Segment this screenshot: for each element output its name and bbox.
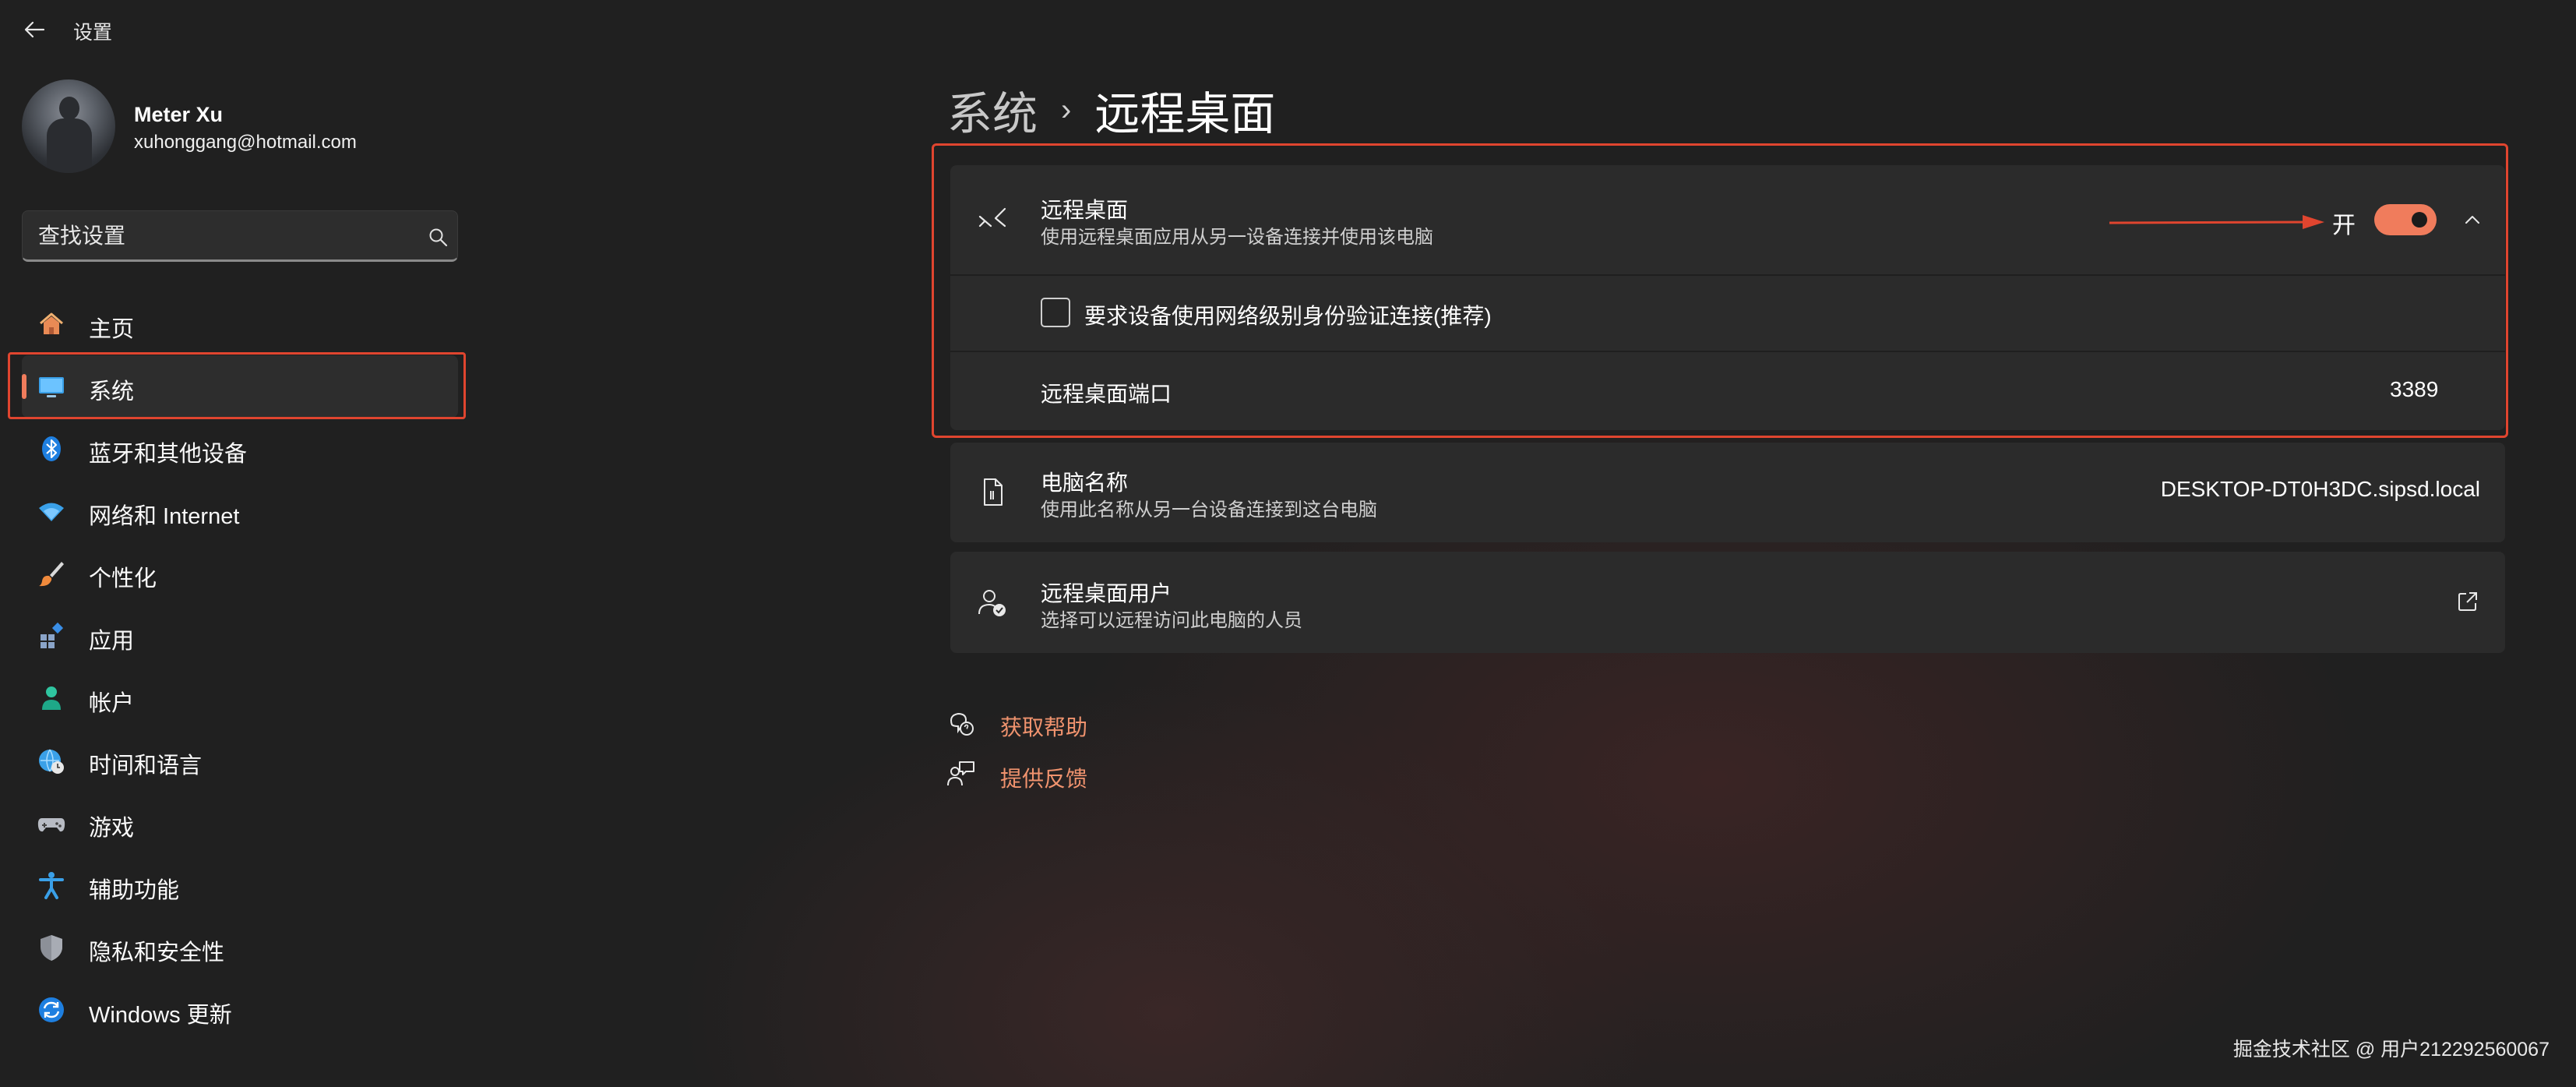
pc-name-card: 电脑名称 使用此名称从另一台设备连接到这台电脑 DESKTOP-DT0H3DC.… <box>950 443 2505 542</box>
port-label: 远程桌面端口 <box>1041 382 1172 406</box>
toggle-state-text: 开 <box>2332 213 2356 238</box>
sidebar-item-label: 辅助功能 <box>89 878 180 903</box>
nla-checkbox-label[interactable]: 要求设备使用网络级别身份验证连接(推荐) <box>1084 299 1492 330</box>
sidebar-item-label: 时间和语言 <box>89 753 203 778</box>
remote-users-card[interactable]: 远程桌面用户 选择可以远程访问此电脑的人员 <box>950 552 2505 653</box>
annotation-arrow <box>2109 215 2324 229</box>
document-icon <box>984 478 1003 506</box>
breadcrumb: 系统 › 远程桌面 <box>947 75 1275 145</box>
sidebar-item-gaming[interactable]: 游戏 <box>22 792 458 854</box>
pc-name-title: 电脑名称 <box>1041 471 1129 495</box>
sidebar-item-label: 主页 <box>89 317 135 342</box>
feedback-icon <box>947 761 974 786</box>
port-value: 3389 <box>2390 377 2439 401</box>
remote-desktop-toggle[interactable] <box>2374 204 2437 235</box>
apps-icon <box>41 622 64 648</box>
remote-desktop-row[interactable]: 远程桌面 使用远程桌面应用从另一设备连接并使用该电脑 开 <box>950 165 2505 274</box>
sidebar-item-label: 游戏 <box>89 816 135 841</box>
update-icon <box>39 997 64 1022</box>
user-check-icon <box>978 590 1006 616</box>
user-email: xuhonggang@hotmail.com <box>134 132 357 153</box>
external-link-icon[interactable] <box>2455 589 2480 614</box>
sidebar-item-windows-update[interactable]: Windows 更新 <box>22 979 458 1041</box>
row-divider <box>950 351 2505 352</box>
sidebar-item-label: 隐私和安全性 <box>89 941 225 965</box>
sidebar-item-label: Windows 更新 <box>89 1003 232 1028</box>
breadcrumb-separator: › <box>1061 92 1072 127</box>
sidebar-item-network[interactable]: 网络和 Internet <box>22 480 458 542</box>
sidebar-item-label: 应用 <box>89 629 135 654</box>
account-icon <box>42 686 61 710</box>
page-title: 远程桌面 <box>1094 89 1276 139</box>
sidebar-item-label: 网络和 Internet <box>89 504 240 529</box>
nla-checkbox[interactable] <box>1041 298 1070 327</box>
help-icon <box>950 712 974 736</box>
search-icon[interactable] <box>428 227 449 249</box>
sidebar-item-apps[interactable]: 应用 <box>22 605 458 667</box>
watermark: 掘金技术社区 @ 用户212292560067 <box>2232 1039 2550 1061</box>
accessibility-icon <box>39 872 64 899</box>
monitor-icon <box>39 377 64 397</box>
sidebar-item-bluetooth[interactable]: 蓝牙和其他设备 <box>22 418 458 480</box>
search-box[interactable] <box>22 210 458 262</box>
app-title: 设置 <box>73 22 113 44</box>
remote-users-description: 选择可以远程访问此电脑的人员 <box>1041 610 1302 631</box>
sidebar-item-privacy[interactable]: 隐私和安全性 <box>22 916 458 979</box>
pc-name-value: DESKTOP-DT0H3DC.sipsd.local <box>2160 477 2480 501</box>
get-help-link[interactable]: 获取帮助 <box>1000 711 1087 742</box>
sidebar-item-label: 系统 <box>89 379 135 404</box>
feedback-link[interactable]: 提供反馈 <box>1000 762 1087 793</box>
remote-users-title: 远程桌面用户 <box>1041 581 1172 605</box>
remote-desktop-title: 远程桌面 <box>1041 198 1129 222</box>
sidebar-item-label: 个性化 <box>89 566 157 591</box>
pc-name-description: 使用此名称从另一台设备连接到这台电脑 <box>1041 499 1377 521</box>
shield-icon <box>41 935 62 961</box>
sidebar-item-accounts[interactable]: 帐户 <box>22 667 458 729</box>
sidebar-item-accessibility[interactable]: 辅助功能 <box>22 854 458 916</box>
chevron-up-icon[interactable] <box>2461 209 2483 231</box>
title-bar: 设置 <box>0 0 467 61</box>
sidebar-item-system[interactable]: 系统 <box>22 355 458 418</box>
sidebar-item-home[interactable]: 主页 <box>22 293 458 355</box>
globe-clock-icon <box>39 749 64 774</box>
brush-icon <box>39 562 64 587</box>
bluetooth-icon <box>42 436 61 461</box>
remote-desktop-description: 使用远程桌面应用从另一设备连接并使用该电脑 <box>1041 227 1433 248</box>
wifi-icon <box>39 503 64 521</box>
sidebar-item-time-language[interactable]: 时间和语言 <box>22 729 458 792</box>
back-arrow-icon[interactable] <box>20 16 48 44</box>
selection-indicator <box>22 374 26 399</box>
home-icon <box>40 312 63 334</box>
remote-desktop-card: 远程桌面 使用远程桌面应用从另一设备连接并使用该电脑 开 要求设备使用网络级别身… <box>950 165 2505 430</box>
row-divider <box>950 274 2505 276</box>
search-input[interactable] <box>38 219 404 253</box>
remote-desktop-icon <box>978 207 1006 228</box>
sidebar-nav: 主页 系统 蓝牙和其他设备 网络和 Internet 个性化 应用 帐户 时间和… <box>22 293 458 1041</box>
user-name: Meter Xu <box>134 103 224 126</box>
toggle-knob <box>2412 212 2427 228</box>
sidebar-item-personalization[interactable]: 个性化 <box>22 542 458 605</box>
breadcrumb-parent[interactable]: 系统 <box>947 77 1038 143</box>
gamepad-icon <box>37 818 65 832</box>
sidebar-item-label: 蓝牙和其他设备 <box>89 442 248 467</box>
sidebar-item-label: 帐户 <box>89 691 135 716</box>
avatar[interactable] <box>22 79 115 173</box>
